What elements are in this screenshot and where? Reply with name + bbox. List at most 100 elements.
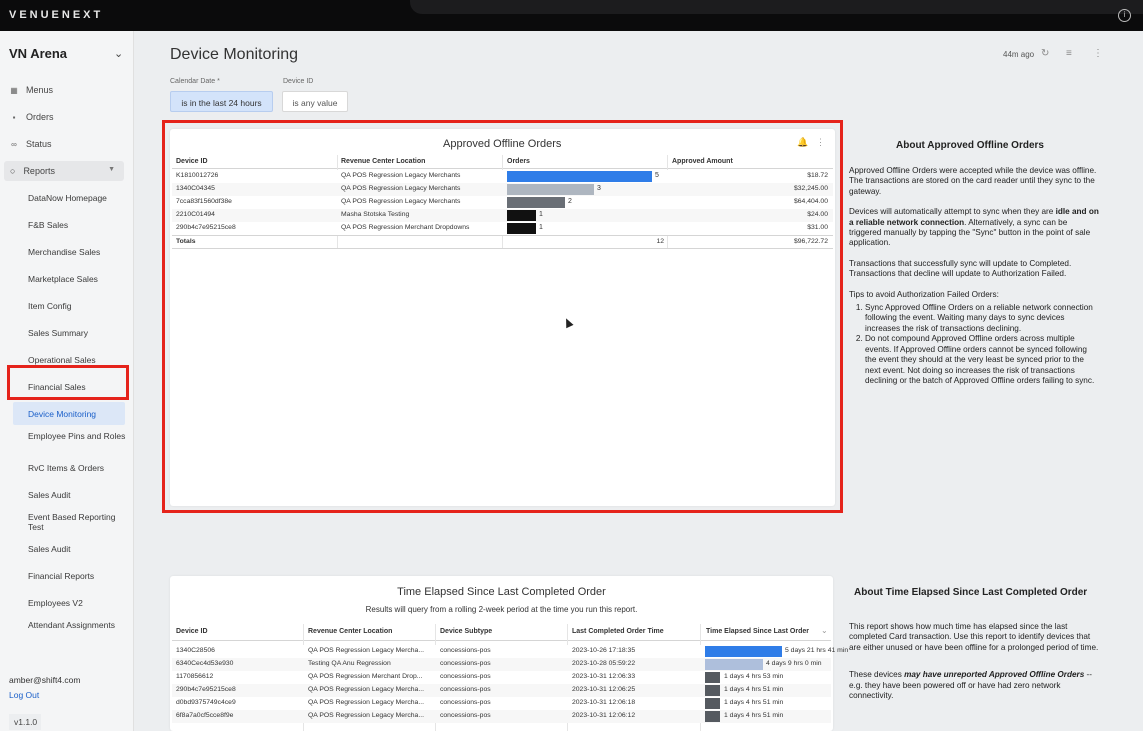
- sidebar-item-orders[interactable]: ▪ Orders: [10, 112, 54, 122]
- tip-item: Sync Approved Offline Orders on a reliab…: [865, 303, 1099, 334]
- sidebar-item-status[interactable]: ∞ Status: [10, 139, 52, 149]
- calendar-date-filter[interactable]: is in the last 24 hours: [170, 91, 273, 112]
- elapsed-bar: [705, 711, 720, 722]
- text-span: These devices: [849, 670, 905, 680]
- sidebar-item-employees-v2[interactable]: Employees V2: [28, 598, 128, 608]
- about-offline-text: Approved Offline Orders were accepted wh…: [849, 166, 1099, 386]
- location-cell: QA POS Regression Legacy Mercha...: [308, 712, 424, 719]
- about-offline-paragraph: Devices will automatically attempt to sy…: [849, 207, 1099, 249]
- last-order-time-cell: 2023-10-31 12:06:12: [572, 712, 636, 719]
- reports-icon: ○: [10, 166, 16, 176]
- caret-down-icon: ▼: [108, 166, 115, 173]
- text-span: Devices will automatically attempt to sy…: [849, 207, 1056, 217]
- highlight-box-sidebar: [7, 365, 129, 400]
- elapsed-value: 1 days 4 hrs 51 min: [724, 686, 784, 693]
- elapsed-bar: [705, 672, 720, 683]
- tips-list: Sync Approved Offline Orders on a reliab…: [849, 303, 1099, 386]
- location-cell: QA POS Regression Legacy Mercha...: [308, 686, 424, 693]
- page-title: Device Monitoring: [170, 46, 299, 63]
- sidebar-item-fb-sales[interactable]: F&B Sales: [28, 220, 128, 230]
- time-elapsed-subtitle: Results will query from a rolling 2-week…: [365, 605, 638, 614]
- tips-title: Tips to avoid Authorization Failed Order…: [849, 289, 999, 299]
- sidebar-item-operational-sales[interactable]: Operational Sales: [28, 355, 128, 365]
- device-id-filter[interactable]: is any value: [282, 91, 348, 112]
- sidebar-item-employee-pins[interactable]: Employee Pins and Roles: [28, 431, 128, 441]
- sidebar-item-sales-audit[interactable]: Sales Audit: [28, 490, 128, 500]
- location-cell: Testing QA Anu Regression: [308, 660, 391, 667]
- sidebar-item-attendant-assignments[interactable]: Attendant Assignments: [28, 620, 128, 630]
- elapsed-value: 5 days 21 hrs 41 min: [785, 647, 849, 654]
- col-header-time-elapsed[interactable]: Time Elapsed Since Last Order: [706, 628, 809, 635]
- chevron-down-icon[interactable]: ⌄: [114, 47, 123, 60]
- about-time-paragraph: These devices may have unreported Approv…: [849, 670, 1099, 701]
- sidebar-item-label: Status: [26, 139, 52, 149]
- last-order-time-cell: 2023-10-31 12:06:18: [572, 699, 636, 706]
- sidebar-item-menus[interactable]: ▦ Menus: [10, 85, 53, 95]
- sidebar-item-marketplace-sales[interactable]: Marketplace Sales: [28, 274, 128, 284]
- filter-icon[interactable]: ≡: [1066, 48, 1072, 59]
- about-offline-paragraph: Approved Offline Orders were accepted wh…: [849, 166, 1097, 196]
- device-subtype-cell: concessions-pos: [440, 686, 491, 693]
- col-header-location[interactable]: Revenue Center Location: [308, 628, 392, 635]
- sidebar-item-sales-audit-2[interactable]: Sales Audit: [28, 544, 128, 554]
- about-offline-paragraph: Transactions that successfully sync will…: [849, 258, 1072, 279]
- refresh-icon[interactable]: ↻: [1041, 48, 1049, 59]
- device-id-cell: d0bd9375749c4ce9: [176, 699, 236, 706]
- more-vertical-icon[interactable]: ⋮: [1093, 48, 1103, 59]
- bold-text: may have unreported Approved Offline Ord…: [904, 670, 1085, 680]
- filter-label-device-id: Device ID: [283, 78, 314, 85]
- elapsed-value: 1 days 4 hrs 53 min: [724, 673, 784, 680]
- sidebar-item-sales-summary[interactable]: Sales Summary: [28, 328, 128, 338]
- elapsed-value: 1 days 4 hrs 51 min: [724, 699, 784, 706]
- sidebar-item-item-config[interactable]: Item Config: [28, 301, 128, 311]
- about-time-paragraph: This report shows how much time has elap…: [849, 622, 1099, 652]
- about-time-text: This report shows how much time has elap…: [849, 622, 1099, 711]
- top-bar: VENUENEXT i: [0, 0, 1143, 31]
- last-order-time-cell: 2023-10-28 05:59:22: [572, 660, 636, 667]
- header-divider: [172, 640, 831, 641]
- sidebar-item-merchandise-sales[interactable]: Merchandise Sales: [28, 247, 128, 257]
- sidebar-item-reports[interactable]: ○ Reports ▼: [4, 161, 124, 181]
- status-icon: ∞: [11, 139, 17, 149]
- device-subtype-cell: concessions-pos: [440, 699, 491, 706]
- elapsed-bar: [705, 685, 720, 696]
- brand-logo[interactable]: VENUENEXT: [9, 9, 103, 21]
- col-header-last-order-time[interactable]: Last Completed Order Time: [572, 628, 664, 635]
- menu-icon: ▦: [10, 85, 18, 95]
- version-badge: v1.1.0: [9, 714, 41, 730]
- col-header-device-id[interactable]: Device ID: [176, 628, 208, 635]
- about-time-title: About Time Elapsed Since Last Completed …: [854, 587, 1088, 598]
- last-order-time-cell: 2023-10-31 12:06:25: [572, 686, 636, 693]
- venue-selector[interactable]: VN Arena: [9, 46, 67, 61]
- elapsed-bar: [705, 646, 782, 657]
- col-header-device-subtype[interactable]: Device Subtype: [440, 628, 492, 635]
- device-id-cell: 290b4c7e95215ce8: [176, 686, 236, 693]
- sidebar-item-datanow-homepage[interactable]: DataNow Homepage: [28, 193, 128, 203]
- device-subtype-cell: concessions-pos: [440, 647, 491, 654]
- device-id-cell: 6f8a7a0cf5cce8f9e: [176, 712, 234, 719]
- location-cell: QA POS Regression Legacy Mercha...: [308, 699, 424, 706]
- sort-chevron-icon[interactable]: ⌄: [821, 626, 828, 635]
- elapsed-value: 1 days 4 hrs 51 min: [724, 712, 784, 719]
- elapsed-value: 4 days 9 hrs 0 min: [766, 660, 822, 667]
- sidebar-item-label: Reports: [23, 166, 55, 176]
- device-id-cell: 1170856612: [176, 673, 214, 680]
- sidebar-item-label: Orders: [26, 112, 54, 122]
- last-updated-text: 44m ago: [1003, 50, 1035, 59]
- location-cell: QA POS Regression Legacy Mercha...: [308, 647, 424, 654]
- account-icon[interactable]: i: [1118, 9, 1131, 22]
- sidebar-item-event-based-reporting[interactable]: Event Based Reporting Test: [28, 512, 128, 532]
- elapsed-bar: [705, 659, 763, 670]
- last-order-time-cell: 2023-10-26 17:18:35: [572, 647, 636, 654]
- device-id-cell: 1340C28506: [176, 647, 215, 654]
- sidebar-item-rvc-items[interactable]: RvC Items & Orders: [28, 463, 128, 473]
- orders-icon: ▪: [12, 112, 16, 122]
- device-subtype-cell: concessions-pos: [440, 660, 491, 667]
- device-subtype-cell: concessions-pos: [440, 712, 491, 719]
- sidebar-item-device-monitoring[interactable]: Device Monitoring: [13, 402, 125, 425]
- device-subtype-cell: concessions-pos: [440, 673, 491, 680]
- logout-link[interactable]: Log Out: [9, 690, 39, 700]
- filter-label-calendar-date: Calendar Date *: [170, 78, 220, 85]
- sidebar-item-financial-reports[interactable]: Financial Reports: [28, 571, 128, 581]
- time-elapsed-title: Time Elapsed Since Last Completed Order: [397, 586, 606, 598]
